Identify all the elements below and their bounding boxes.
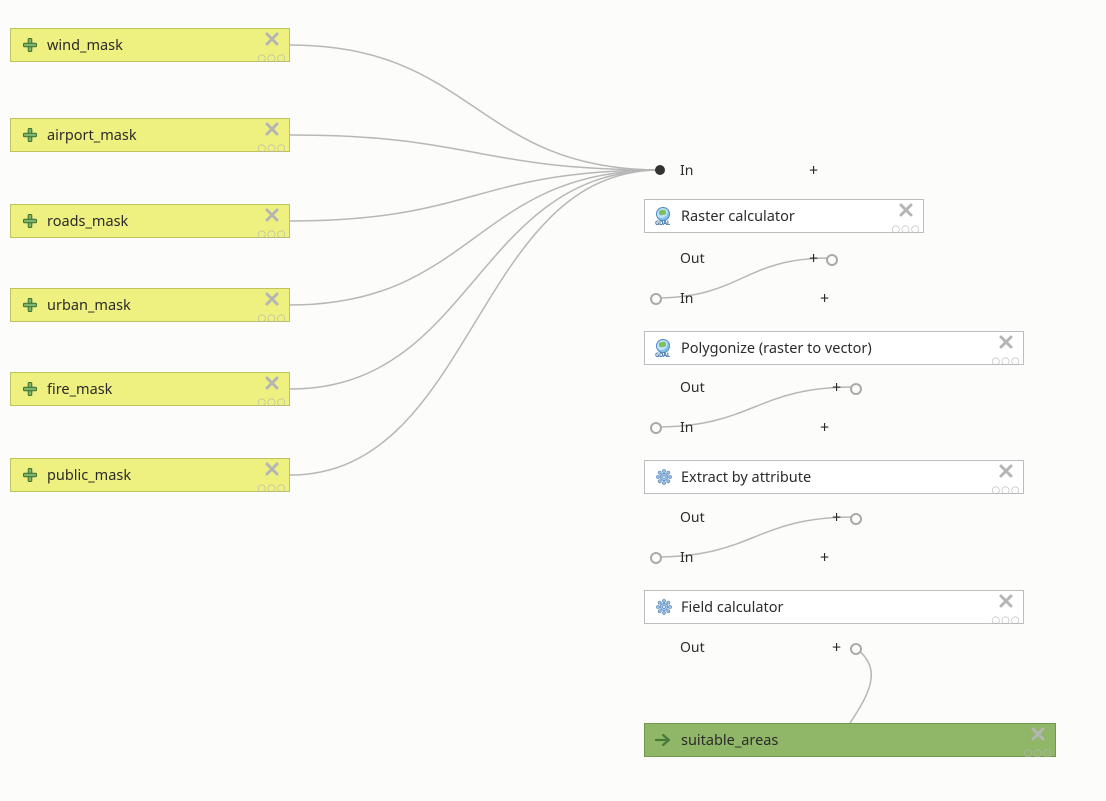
layer-label: wind_mask [47,35,123,55]
out-socket[interactable] [850,513,862,525]
algorithm-extract[interactable]: Extract by attribute ○○○ [644,460,1024,494]
algorithm-label: Extract by attribute [681,467,811,487]
close-icon[interactable] [264,375,280,391]
algorithm-rastercalc[interactable]: GDAL Raster calculator ○○○ [644,199,924,233]
close-icon[interactable] [1030,726,1046,742]
add-out-port[interactable]: + [809,247,818,269]
input-layer-airport[interactable]: airport_mask ○○○ [10,118,290,152]
algorithm-rastercalc-controls: ○○○ [895,202,917,232]
layer-icon [21,380,39,398]
more-icon[interactable]: ○○○ [257,483,286,491]
in-port-label: In [680,161,693,180]
add-in-port[interactable]: + [820,416,829,438]
in-port-label: In [680,548,693,567]
add-out-port[interactable]: + [832,506,841,528]
close-icon[interactable] [264,121,280,137]
more-icon[interactable]: ○○○ [891,224,920,232]
more-icon[interactable]: ○○○ [257,143,286,151]
more-icon[interactable]: ○○○ [257,229,286,237]
out-port-label: Out [680,508,705,527]
in-port-label: In [680,289,693,308]
add-in-port[interactable]: + [820,546,829,568]
more-icon[interactable]: ○○○ [991,615,1020,623]
input-layer-fire[interactable]: fire_mask ○○○ [10,372,290,406]
add-out-port[interactable]: + [832,376,841,398]
input-layer-public-controls: ○○○ [261,461,283,491]
more-icon[interactable]: ○○○ [991,356,1020,364]
out-port-label: Out [680,378,705,397]
layer-icon [21,36,39,54]
close-icon[interactable] [998,334,1014,350]
close-icon[interactable] [264,461,280,477]
layer-label: airport_mask [47,125,137,145]
input-layer-public[interactable]: public_mask ○○○ [10,458,290,492]
input-layer-roads-controls: ○○○ [261,207,283,237]
algorithm-label: Field calculator [681,597,784,617]
close-icon[interactable] [998,593,1014,609]
layer-icon [21,126,39,144]
in-socket[interactable] [655,165,665,175]
add-in-port[interactable]: + [809,159,818,181]
input-layer-wind-controls: ○○○ [261,31,283,61]
algorithm-polygonize-controls: ○○○ [995,334,1017,364]
more-icon[interactable]: ○○○ [257,313,286,321]
arrow-right-icon [655,731,673,749]
more-icon[interactable]: ○○○ [991,485,1020,493]
input-layer-urban-controls: ○○○ [261,291,283,321]
layer-icon [21,466,39,484]
algorithm-fieldcalc[interactable]: Field calculator ○○○ [644,590,1024,624]
algorithm-polygonize[interactable]: GDAL Polygonize (raster to vector) ○○○ [644,331,1024,365]
close-icon[interactable] [264,291,280,307]
close-icon[interactable] [264,207,280,223]
out-port-label: Out [680,638,705,657]
close-icon[interactable] [264,31,280,47]
algorithm-fieldcalc-controls: ○○○ [995,593,1017,623]
model-canvas[interactable]: wind_mask ○○○ airport_mask ○○○ roads_mask ○○○… [0,0,1106,801]
layer-label: urban_mask [47,295,131,315]
input-layer-urban[interactable]: urban_mask ○○○ [10,288,290,322]
more-icon[interactable]: ○○○ [257,397,286,405]
layer-label: fire_mask [47,379,112,399]
gdal-icon: GDAL [655,207,673,225]
algorithm-label: Polygonize (raster to vector) [681,338,872,358]
model-output-suitable-controls: ○○○ [1027,726,1049,756]
input-layer-fire-controls: ○○○ [261,375,283,405]
out-socket[interactable] [826,254,838,266]
add-in-port[interactable]: + [820,287,829,309]
out-socket[interactable] [850,383,862,395]
model-output-suitable[interactable]: suitable_areas ○○○ [644,723,1056,757]
layer-icon [21,212,39,230]
algorithm-extract-controls: ○○○ [995,463,1017,493]
layer-label: roads_mask [47,211,128,231]
close-icon[interactable] [898,202,914,218]
add-out-port[interactable]: + [832,636,841,658]
more-icon[interactable]: ○○○ [1023,748,1052,756]
layer-label: public_mask [47,465,131,485]
gdal-icon: GDAL [655,339,673,357]
input-layer-airport-controls: ○○○ [261,121,283,151]
out-port-label: Out [680,249,705,268]
more-icon[interactable]: ○○○ [257,53,286,61]
gear-icon [655,598,673,616]
output-label: suitable_areas [681,730,778,750]
in-socket[interactable] [650,422,662,434]
in-socket[interactable] [650,552,662,564]
close-icon[interactable] [998,463,1014,479]
input-layer-roads[interactable]: roads_mask ○○○ [10,204,290,238]
gear-icon [655,468,673,486]
in-port-label: In [680,418,693,437]
input-layer-wind[interactable]: wind_mask ○○○ [10,28,290,62]
layer-icon [21,296,39,314]
in-socket[interactable] [650,293,662,305]
algorithm-label: Raster calculator [681,206,795,226]
out-socket[interactable] [850,643,862,655]
